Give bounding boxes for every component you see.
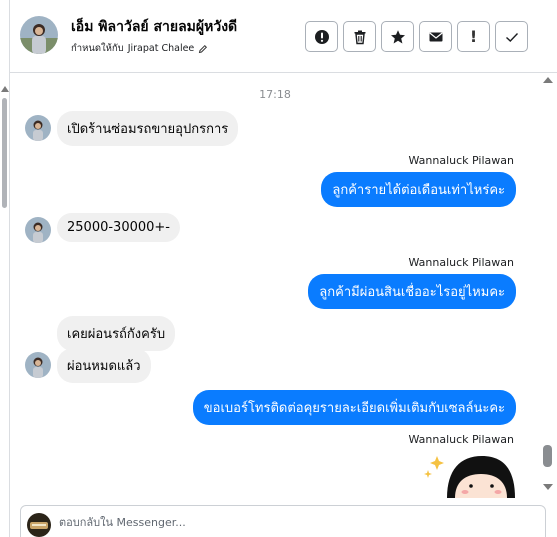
left-scroll-up-arrow-icon[interactable] [1,86,9,92]
conversation-header: เอ็ม พิลาวัลย์ สายลมผู้หวังดี กำหนดให้กั… [10,0,557,73]
reply-input[interactable] [59,516,529,529]
outgoing-message: ลูกค้ารายได้ต่อเดือนเท่าไหร่คะ [321,172,516,207]
outgoing-message: ลูกค้ามีผ่อนสินเชื่ออะไรอยู่ไหมคะ [308,274,516,309]
scroll-up-arrow-icon[interactable] [543,77,553,83]
contact-name: เอ็ม พิลาวัลย์ สายลมผู้หวังดี [71,19,238,35]
important-button[interactable]: ! [457,21,490,52]
delete-button[interactable] [343,21,376,52]
pencil-icon[interactable] [198,44,208,54]
star-button[interactable] [381,21,414,52]
exclamation-circle-icon [314,29,329,44]
assigned-to-name[interactable]: Jirapat Chalee [128,43,195,54]
message-thread: 17:18 เปิดร้านซ่อมรถขายอุปกรการ Wannaluc… [10,74,540,498]
chat-scrollbar[interactable] [540,74,557,498]
contact-avatar[interactable] [20,16,58,54]
contact-avatar-small[interactable] [25,217,51,243]
left-scrollbar-thumb[interactable] [2,98,7,208]
mark-unread-button[interactable] [419,21,452,52]
incoming-message: 25000-30000+- [57,213,180,242]
spam-button[interactable] [305,21,338,52]
left-pane-edge [0,0,10,537]
scroll-down-arrow-icon[interactable] [543,484,553,490]
contact-avatar-small[interactable] [25,115,51,141]
contact-avatar-small[interactable] [25,352,51,378]
outgoing-message: ขอเบอร์โทรติดต่อคุยรายละเอียดเพิ่มเติมกั… [192,390,516,425]
scrollbar-thumb[interactable] [543,445,552,467]
page-avatar [27,513,51,537]
star-icon [390,29,405,43]
sender-name: Wannaluck Pilawan [408,256,515,269]
incoming-message: ผ่อนหมดแล้ว [57,348,151,383]
exclamation-icon: ! [469,27,478,46]
envelope-icon [428,32,443,41]
reply-composer [20,505,546,537]
checkmark-icon [505,32,518,42]
trash-icon [354,30,365,44]
assignment-line: กำหนดให้กับ Jirapat Chalee [71,41,208,56]
sender-name: Wannaluck Pilawan [408,433,515,446]
action-toolbar: ! [305,21,528,52]
girl-sticker-icon[interactable] [415,448,525,498]
assigned-prefix: กำหนดให้กับ [71,43,124,54]
sender-name: Wannaluck Pilawan [408,154,515,167]
done-button[interactable] [495,21,528,52]
incoming-message: เปิดร้านซ่อมรถขายอุปกรการ [57,111,239,146]
message-timestamp: 17:18 [259,88,291,101]
incoming-message: เคยผ่อนรถ์กังครับ [57,316,176,351]
